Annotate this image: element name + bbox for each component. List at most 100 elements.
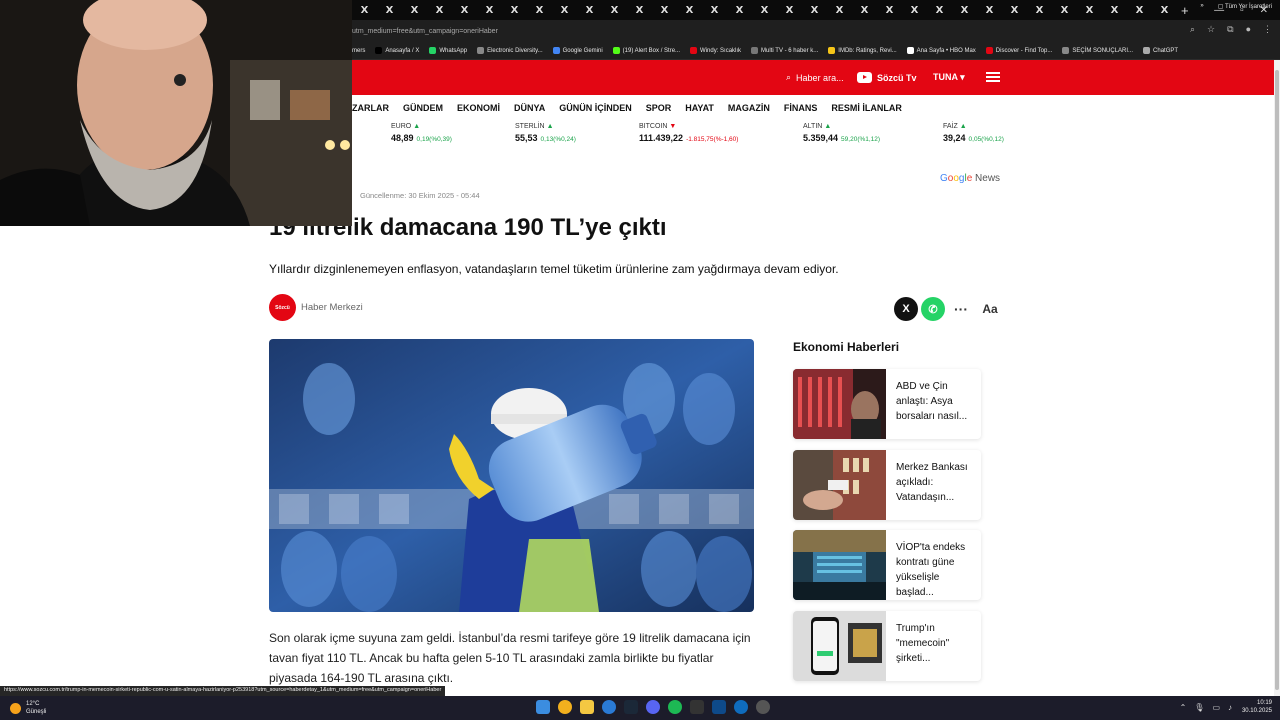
browser-icon[interactable] bbox=[734, 700, 748, 714]
zoom-icon[interactable]: ⌕ bbox=[1190, 24, 1195, 35]
browser-tab[interactable]: X bbox=[802, 2, 827, 18]
nav-item[interactable]: RESMİ İLANLAR bbox=[831, 103, 902, 113]
browser-tab[interactable]: X bbox=[752, 2, 777, 18]
sidebar-news-card[interactable]: Trump'ın "memecoin" şirketi... bbox=[793, 611, 981, 681]
browser-tab[interactable]: X bbox=[1002, 2, 1027, 18]
browser-tab[interactable]: X bbox=[402, 2, 427, 18]
bookmark-item[interactable]: Multi TV - 6 haber k... bbox=[751, 47, 818, 54]
browser-tab[interactable]: X bbox=[652, 2, 677, 18]
ticker-item[interactable]: BITCOIN ▼ 111.439,22 -1.815,75(%-1,60) bbox=[639, 123, 738, 143]
file-explorer-icon[interactable] bbox=[580, 700, 594, 714]
bookmark-item[interactable]: mers bbox=[352, 48, 365, 54]
author-avatar[interactable]: Sözcü bbox=[269, 294, 296, 321]
author-name[interactable]: Haber Merkezi bbox=[301, 302, 363, 313]
share-x-button[interactable]: X bbox=[894, 297, 918, 321]
browser-tab[interactable]: X bbox=[977, 2, 1002, 18]
nav-item[interactable]: SPOR bbox=[646, 103, 672, 113]
bookmarks-more-button[interactable]: » bbox=[1200, 3, 1203, 10]
browser-tab[interactable]: X bbox=[902, 2, 927, 18]
extensions-icon[interactable]: ⧉ bbox=[1227, 24, 1233, 35]
ticker-item[interactable]: ALTIN ▲ 5.359,44 59,20(%1,12) bbox=[803, 123, 880, 143]
microphone-icon[interactable]: 🎙 bbox=[1194, 703, 1204, 712]
new-tab-button[interactable]: + bbox=[1181, 3, 1189, 18]
browser-tab[interactable]: X bbox=[827, 2, 852, 18]
browser-tab[interactable]: X bbox=[477, 2, 502, 18]
browser-tab[interactable]: X bbox=[727, 2, 752, 18]
share-more-button[interactable]: ··· bbox=[949, 297, 973, 321]
browser-tab[interactable]: X bbox=[702, 2, 727, 18]
sozcu-tv-button[interactable]: Sözcü Tv bbox=[857, 72, 917, 83]
discord-icon[interactable] bbox=[646, 700, 660, 714]
bookmark-item[interactable]: Anasayfa / X bbox=[375, 47, 419, 54]
weather-widget[interactable]: 12°C Güneşli bbox=[10, 700, 46, 716]
nav-item[interactable]: EKONOMİ bbox=[457, 103, 500, 113]
browser-tab[interactable]: X bbox=[502, 2, 527, 18]
bookmark-item[interactable]: IMDb: Ratings, Revi... bbox=[828, 47, 897, 54]
sidebar-news-card[interactable]: ABD ve Çin anlaştı: Asya borsaları nasıl… bbox=[793, 369, 981, 439]
nav-item[interactable]: GÜNÜN İÇİNDEN bbox=[559, 103, 632, 113]
browser-tab[interactable]: X bbox=[777, 2, 802, 18]
browser-tab[interactable]: X bbox=[352, 2, 377, 18]
browser-tab[interactable]: X bbox=[677, 2, 702, 18]
nav-item[interactable]: DÜNYA bbox=[514, 103, 545, 113]
nav-item[interactable]: GÜNDEM bbox=[403, 103, 443, 113]
bookmark-item[interactable]: SEÇİM SONUÇLARI... bbox=[1062, 47, 1133, 54]
browser-tab[interactable]: X bbox=[1077, 2, 1102, 18]
browser-tab[interactable]: X bbox=[577, 2, 602, 18]
browser-tab[interactable]: X bbox=[377, 2, 402, 18]
chrome-icon[interactable] bbox=[558, 700, 572, 714]
font-size-button[interactable]: Aa bbox=[978, 297, 1002, 321]
browser-tab[interactable]: X bbox=[852, 2, 877, 18]
sidebar-news-card[interactable]: VİOP'ta endeks kontratı güne yükselişle … bbox=[793, 530, 981, 600]
bookmark-item[interactable]: WhatsApp bbox=[429, 47, 467, 54]
bookmark-item[interactable]: Google Gemini bbox=[552, 47, 603, 54]
ticker-item[interactable]: STERLİN ▲ 55,53 0,13(%0,24) bbox=[515, 123, 576, 143]
sidebar-news-card[interactable]: Merkez Bankası açıkladı: Vatandaşın... bbox=[793, 450, 981, 520]
browser-tab[interactable]: X bbox=[552, 2, 577, 18]
bookmark-star-icon[interactable]: ☆ bbox=[1207, 24, 1215, 35]
edge-icon[interactable] bbox=[602, 700, 616, 714]
ticker-item[interactable]: FAİZ ▲ 39,24 0,05(%0,12) bbox=[943, 123, 1004, 143]
tray-chevron-icon[interactable]: ⌃ bbox=[1180, 703, 1187, 712]
spotify-icon[interactable] bbox=[668, 700, 682, 714]
url-text[interactable]: utm_medium=free&utm_campaign=oneriHaber bbox=[352, 28, 498, 35]
app-icon[interactable] bbox=[712, 700, 726, 714]
browser-tab[interactable]: X bbox=[927, 2, 952, 18]
nav-item[interactable]: HAYAT bbox=[685, 103, 714, 113]
browser-tab[interactable]: X bbox=[427, 2, 452, 18]
ticker-item[interactable]: EURO ▲ 48,89 0,19(%0,39) bbox=[391, 123, 452, 143]
browser-tab[interactable]: X bbox=[1127, 2, 1152, 18]
network-icon[interactable]: ▭ bbox=[1212, 703, 1220, 712]
bookmark-item[interactable]: Discover - Find Top... bbox=[985, 47, 1052, 54]
bookmark-item[interactable]: Electronic Diversity... bbox=[477, 47, 543, 54]
epic-games-icon[interactable] bbox=[690, 700, 704, 714]
steam-icon[interactable] bbox=[624, 700, 638, 714]
browser-tab[interactable]: X bbox=[602, 2, 627, 18]
bookmark-item[interactable]: ChatGPT bbox=[1143, 47, 1178, 54]
taskbar-clock[interactable]: 10:19 30.10.2025 bbox=[1242, 699, 1272, 715]
volume-icon[interactable]: ♪ bbox=[1228, 703, 1232, 712]
google-news-link[interactable]: Google News bbox=[940, 173, 1000, 184]
menu-icon[interactable]: ⋮ bbox=[1263, 24, 1272, 35]
bookmark-item[interactable]: (19) Alert Box / Stre... bbox=[612, 47, 680, 54]
browser-tab[interactable]: X bbox=[627, 2, 652, 18]
browser-tab[interactable]: X bbox=[877, 2, 902, 18]
browser-tab[interactable]: X bbox=[452, 2, 477, 18]
bookmark-item[interactable]: Ana Sayfa • HBO Max bbox=[906, 47, 976, 54]
share-whatsapp-button[interactable]: ✆ bbox=[921, 297, 945, 321]
bookmark-item[interactable]: Windy: Sıcaklık bbox=[690, 47, 741, 54]
browser-tab[interactable]: X bbox=[1102, 2, 1127, 18]
browser-tab[interactable]: X bbox=[1152, 2, 1177, 18]
nav-item[interactable]: MAGAZİN bbox=[728, 103, 770, 113]
start-icon[interactable] bbox=[536, 700, 550, 714]
page-scrollbar-thumb[interactable] bbox=[1275, 70, 1279, 690]
search-button[interactable]: ⌕ Haber ara... bbox=[786, 72, 844, 83]
browser-tab[interactable]: X bbox=[1027, 2, 1052, 18]
settings-icon[interactable] bbox=[756, 700, 770, 714]
profile-icon[interactable]: ● bbox=[1246, 24, 1251, 35]
nav-item[interactable]: ZARLAR bbox=[352, 103, 389, 113]
browser-tab[interactable]: X bbox=[527, 2, 552, 18]
nav-item[interactable]: FİNANS bbox=[784, 103, 818, 113]
browser-tab[interactable]: X bbox=[1052, 2, 1077, 18]
hamburger-menu-icon[interactable] bbox=[986, 72, 1000, 82]
